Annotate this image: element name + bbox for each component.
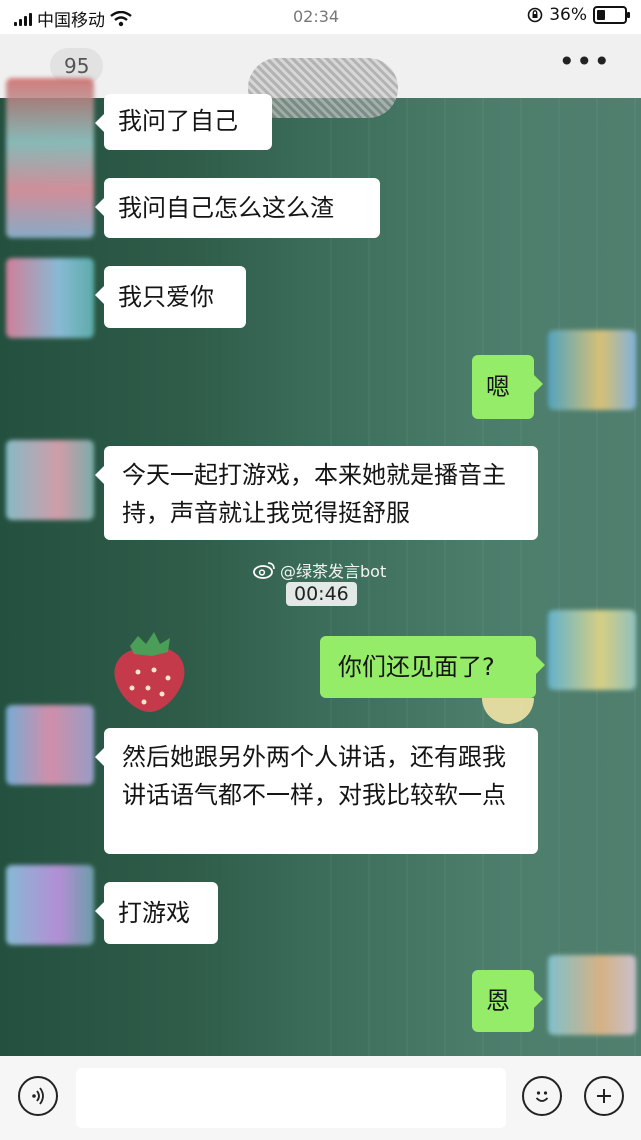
avatar <box>6 78 94 238</box>
emoji-button[interactable] <box>522 1076 562 1116</box>
unread-count: 95 <box>64 54 90 78</box>
orientation-lock-icon <box>527 7 543 23</box>
battery-percent: 36% <box>549 5 587 25</box>
watermark: @绿茶发言bot <box>252 558 386 582</box>
message-text: 我只爱你 <box>118 283 214 311</box>
carrier-name: 中国移动 <box>37 11 105 31</box>
battery-level <box>597 10 605 20</box>
message-text: 打游戏 <box>118 899 190 927</box>
message-text: 恩 <box>486 987 510 1015</box>
input-bar <box>0 1056 641 1140</box>
video-timestamp: 00:46 <box>286 582 357 606</box>
chat-bubble-sent[interactable]: 恩 <box>472 970 543 1032</box>
avatar <box>6 440 94 520</box>
strawberry-sticker <box>114 632 185 712</box>
voice-button[interactable] <box>18 1076 58 1116</box>
battery-icon <box>593 6 630 24</box>
chat-bubble-sent[interactable]: 你们还见面了? <box>320 636 545 698</box>
more-options-button[interactable]: ••• <box>558 48 611 76</box>
message-text: 我问自己怎么这么渣 <box>118 194 334 222</box>
chat-screen: 中国移动 02:34 36% 95 ••• 我问了自己 我问自己怎么这么渣 我只… <box>0 0 641 1140</box>
chat-bubble-received[interactable]: 打游戏 <box>95 882 218 944</box>
signal-bars-icon <box>14 12 32 26</box>
avatar <box>6 258 94 338</box>
status-bar: 中国移动 02:34 36% <box>0 0 641 34</box>
status-left: 中国移动 <box>14 6 132 31</box>
chat-bubble-received[interactable]: 然后她跟另外两个人讲话，还有跟我讲话语气都不一样，对我比较软一点 <box>95 728 538 854</box>
avatar <box>548 330 636 410</box>
wifi-icon <box>110 10 132 26</box>
message-text: 然后她跟另外两个人讲话，还有跟我讲话语气都不一样，对我比较软一点 <box>122 743 506 809</box>
emoji-icon <box>535 1091 549 1102</box>
chat-bubble-received[interactable]: 我问自己怎么这么渣 <box>95 178 380 238</box>
message-text: 你们还见面了? <box>338 653 495 681</box>
plus-icon <box>597 1089 611 1103</box>
status-right: 36% <box>527 5 630 25</box>
weibo-icon <box>253 562 275 579</box>
avatar <box>6 705 94 785</box>
chat-bubble-received[interactable]: 今天一起打游戏，本来她就是播音主持，声音就让我觉得挺舒服 <box>95 446 538 540</box>
voice-icon <box>32 1087 44 1105</box>
chat-bubble-received[interactable]: 我问了自己 <box>95 94 272 150</box>
watermark-text: @绿茶发言bot <box>280 562 387 581</box>
chat-bubble-sent[interactable]: 嗯 <box>472 355 543 419</box>
avatar <box>548 610 636 690</box>
message-input[interactable] <box>76 1068 506 1128</box>
add-button[interactable] <box>584 1076 624 1116</box>
status-time: 02:34 <box>293 7 340 26</box>
avatar <box>6 865 94 945</box>
message-text: 今天一起打游戏，本来她就是播音主持，声音就让我觉得挺舒服 <box>122 461 506 527</box>
chat-bubble-received[interactable]: 我只爱你 <box>95 266 246 328</box>
avatar <box>548 955 636 1035</box>
chat-header: 95 ••• <box>0 34 641 118</box>
message-text: 嗯 <box>486 373 510 401</box>
message-text: 我问了自己 <box>118 107 238 135</box>
